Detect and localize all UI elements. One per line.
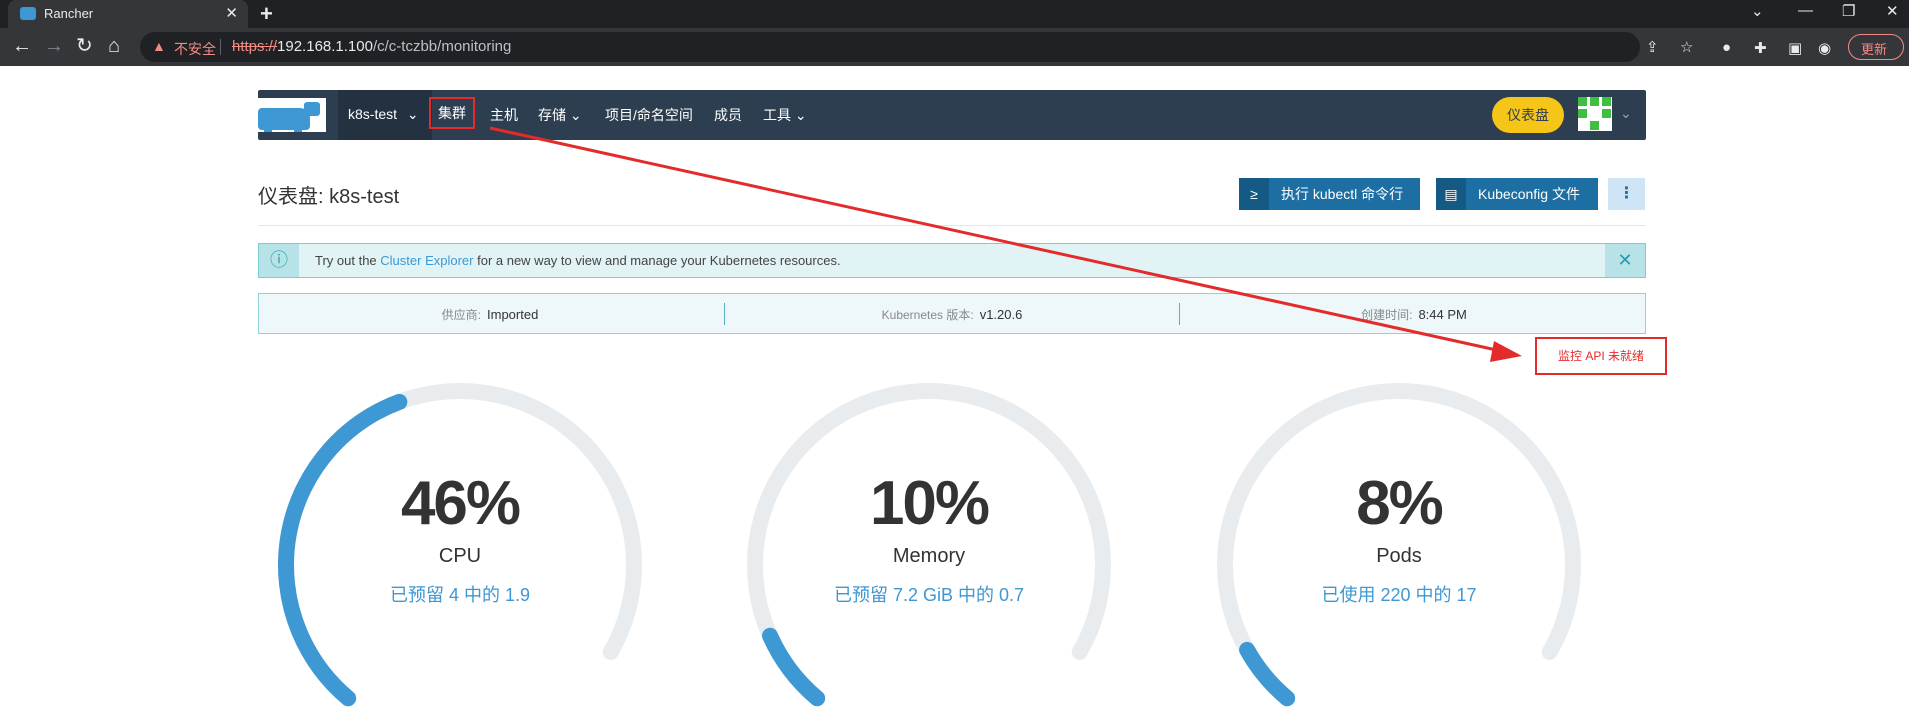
gauge-percent: 46% xyxy=(400,469,521,538)
gauge-detail: 已使用 220 中的 17 xyxy=(1321,585,1477,605)
gauge-name: Pods xyxy=(1376,545,1422,567)
gauge-detail: 已预留 4 中的 1.9 xyxy=(389,585,531,605)
memory-gauge: 10% Memory 已预留 7.2 GiB 中的 0.7 xyxy=(744,380,1114,720)
gauge-name: Memory xyxy=(892,545,966,567)
gauge-fill xyxy=(1239,641,1296,707)
gauge-fill xyxy=(762,627,826,707)
cpu-gauge: 46% CPU 已预留 4 中的 1.9 xyxy=(275,380,645,720)
pods-gauge: 8% Pods 已使用 220 中的 17 xyxy=(1214,380,1584,720)
gauge-name: CPU xyxy=(438,545,482,567)
gauge-percent: 10% xyxy=(869,469,990,538)
annotation-callout: 监控 API 未就绪 xyxy=(1535,337,1667,375)
gauge-percent: 8% xyxy=(1356,469,1444,538)
gauge-detail: 已预留 7.2 GiB 中的 0.7 xyxy=(833,585,1025,605)
